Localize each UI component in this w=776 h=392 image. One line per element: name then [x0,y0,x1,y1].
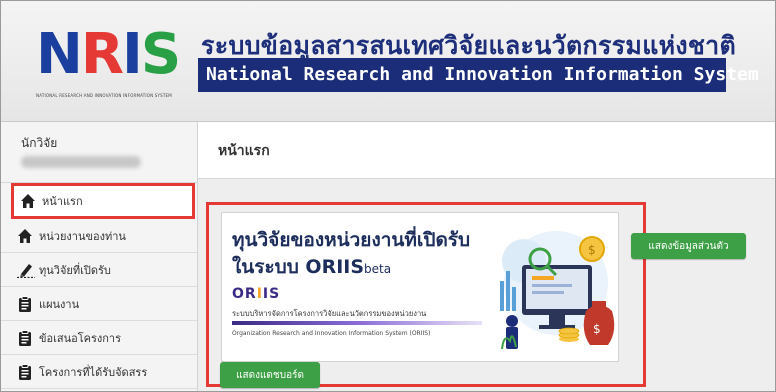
sidebar-item-open-grants[interactable]: ทุนวิจัยที่เปิดรับ [1,253,197,287]
banner-title-text: ในระบบ ORIIS [232,256,365,278]
svg-text:$: $ [593,322,601,336]
banner-gradient-bar [232,321,482,325]
logo-letter: R [80,22,124,87]
banner-subtitle-thai: ระบบบริหารจัดการโครงการวิจัยและนวัตกรรมข… [232,309,427,318]
home-icon [17,228,33,244]
logo-letters-holder: NRIS [36,22,181,87]
logo-letter: S [140,22,181,87]
app-window: NRIS NATIONAL RESEARCH AND INNOVATION IN… [0,0,776,392]
sidebar-item-label: หน้าแรก [42,195,83,208]
logo-letter: I [122,22,143,87]
banner-title-line2: ในระบบ ORIISbeta [232,252,391,282]
sidebar: นักวิจัย หน้าแรก หน่วยงานของท่าน ทุนวิจั… [1,122,198,391]
clipboard-icon [17,363,33,380]
sidebar-item-label: แผนงาน [39,297,80,311]
sidebar-item-label: ข้อเสนอโครงการ [39,331,122,345]
oriis-logo-part: OR [232,286,257,302]
user-role: นักวิจัย [21,136,58,150]
oriis-banner[interactable]: ทุนวิจัยของหน่วยงานที่เปิดรับ ในระบบ ORI… [221,212,619,362]
pen-icon [17,262,35,278]
sidebar-item-funded-projects[interactable]: โครงการที่ได้รับจัดสรร [1,355,197,389]
sidebar-item-proposals[interactable]: ข้อเสนอโครงการ [1,321,197,355]
nris-logo-letters: NRIS [36,22,181,87]
oriis-logo-part: IS [262,286,281,302]
sidebar-item-plan[interactable]: แผนงาน [1,287,197,321]
banner-beta-tag: beta [364,262,392,276]
site-title-english: National Research and Innovation Informa… [198,58,759,92]
main-content: หน้าแรก ทุนวิจัยของหน่วยงานที่เปิดรับ ใน… [198,122,775,391]
home-icon [20,193,36,209]
sidebar-item-home[interactable]: หน้าแรก [11,183,195,219]
logo-letter: N [36,22,83,87]
sidebar-item-your-agency[interactable]: หน่วยงานของท่าน [1,219,197,253]
page-header: หน้าแรก [198,122,775,179]
site-header: NRIS NATIONAL RESEARCH AND INNOVATION IN… [1,1,775,122]
sidebar-item-label: หน่วยงานของท่าน [39,229,126,243]
nris-logo[interactable]: NRIS NATIONAL RESEARCH AND INNOVATION IN… [36,23,186,103]
banner-subtitle-english: Organization Research and Innovation Inf… [232,330,431,337]
oriis-logo: ORIIS [232,286,280,302]
user-name-blurred [21,156,141,168]
user-info: นักวิจัย [1,122,197,183]
sidebar-item-label: ทุนวิจัยที่เปิดรับ [39,263,111,277]
finance-illustration: $ $ [500,231,615,350]
clipboard-icon [17,295,33,312]
sidebar-item-label: โครงการที่ได้รับจัดสรร [39,365,148,379]
logo-tagline: NATIONAL RESEARCH AND INNOVATION INFORMA… [36,93,172,98]
show-profile-button[interactable]: แสดงข้อมูลส่วนตัว [631,233,746,259]
page-title: หน้าแรก [218,143,270,159]
dashboard-button[interactable]: แสดงแดชบอร์ด [220,362,320,388]
clipboard-icon [17,329,33,346]
banner-title-line1: ทุนวิจัยของหน่วยงานที่เปิดรับ [232,229,471,251]
svg-text:$: $ [588,243,596,257]
